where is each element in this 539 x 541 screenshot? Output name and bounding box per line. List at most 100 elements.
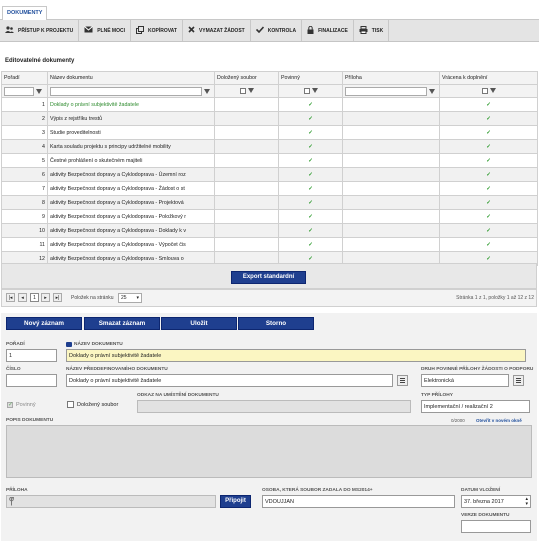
- povinny-checkbox: ✓: [7, 402, 14, 408]
- row-vracena: ✓: [439, 237, 538, 252]
- predef-input[interactable]: Doklady o právní subjektivitě žadatele: [66, 374, 393, 387]
- row-name-text: Výpis z rejstříku trestů: [50, 115, 103, 122]
- filter-icon[interactable]: [204, 88, 210, 94]
- table-row[interactable]: 8 aktivity Bezpečnost dopravy a Cyklodopr…: [1, 195, 538, 210]
- row-number: 7: [1, 181, 48, 196]
- paperclip-icon: [9, 496, 15, 508]
- per-page-label: Položek na stránku: [71, 295, 114, 301]
- row-number: 11: [1, 237, 48, 252]
- dolozeny-checkbox[interactable]: [67, 401, 74, 408]
- popis-textarea: [6, 425, 532, 478]
- spinner-icon[interactable]: ▴ ▾: [525, 497, 528, 507]
- filter-input[interactable]: [345, 86, 427, 96]
- filter-checkbox[interactable]: [481, 87, 488, 94]
- cancel-button[interactable]: Storno: [238, 317, 314, 330]
- save-button[interactable]: Uložit: [161, 317, 237, 330]
- table-row[interactable]: 7 aktivity Bezpečnost dopravy a Cyklodopr…: [1, 181, 538, 196]
- row-dolozeny: [214, 97, 279, 112]
- check-icon: ✓: [308, 227, 313, 234]
- odkaz-label: ODKAZ NA UMÍSTĚNÍ DOKUMENTU: [137, 393, 219, 398]
- row-vracena: ✓: [439, 153, 538, 168]
- filter-input[interactable]: [4, 86, 34, 96]
- column-header[interactable]: Název dokumentu: [47, 71, 215, 85]
- poradi-label: POŘADÍ: [6, 342, 25, 347]
- toolbar-button-envelope[interactable]: PLNÉ MOCI: [79, 20, 131, 41]
- export-button[interactable]: Export standardní: [231, 271, 306, 284]
- poradi-input[interactable]: 1: [6, 349, 57, 362]
- toolbar-button-close[interactable]: VYMAZAT ŽÁDOST: [183, 20, 251, 41]
- check-icon: ✓: [486, 213, 491, 220]
- row-dolozeny: …: [214, 167, 279, 182]
- prev-page-button[interactable]: ◂: [18, 293, 27, 302]
- table-row[interactable]: 1 Doklady o právní subjektivitě žadatele ✓…: [1, 97, 538, 112]
- row-name: aktivity Bezpečnost dopravy a Cyklodopra…: [47, 167, 215, 182]
- next-page-button[interactable]: ▸: [41, 293, 50, 302]
- filter-input[interactable]: [50, 86, 202, 96]
- table-row[interactable]: 10 aktivity Bezpečnost dopravy a Cyklodop…: [1, 223, 538, 238]
- attach-button[interactable]: Připojit: [220, 495, 251, 508]
- filter-icon[interactable]: [429, 88, 435, 94]
- filter-row: [1, 84, 538, 98]
- table-row[interactable]: 9 aktivity Bezpečnost dopravy a Cyklodopr…: [1, 209, 538, 224]
- filter-checkbox[interactable]: [303, 87, 310, 94]
- envelope-icon: [84, 26, 97, 35]
- filter-icon[interactable]: [489, 88, 496, 94]
- row-priloha: [342, 153, 440, 168]
- chevron-down-icon: ▾: [136, 295, 139, 301]
- filter-icon[interactable]: [311, 88, 318, 94]
- filter-icon[interactable]: [247, 88, 254, 94]
- toolbar-button-copy[interactable]: KOPÍROVAT: [131, 20, 183, 41]
- row-vracena: ✓: [439, 209, 538, 224]
- tab-bar: [0, 0, 539, 20]
- table-row[interactable]: 3 Studie proveditelnosti ✓ ✓: [1, 125, 538, 140]
- row-povinny: ✓: [278, 181, 343, 196]
- nazev-input[interactable]: Doklady o právní subjektivitě žadatele: [66, 349, 526, 362]
- list-icon[interactable]: [397, 375, 408, 386]
- row-priloha: [342, 139, 440, 154]
- row-dolozeny: [214, 237, 279, 252]
- column-header[interactable]: Příloha: [342, 71, 440, 85]
- toolbar-button-check[interactable]: KONTROLA: [251, 20, 303, 41]
- toolbar-button-users[interactable]: PŘÍSTUP K PROJEKTU: [0, 20, 80, 41]
- druh-input[interactable]: Elektronická: [421, 374, 509, 387]
- table-row[interactable]: 2 Výpis z rejstříku trestů ✓ ✓: [1, 111, 538, 126]
- row-number: 9: [1, 209, 48, 224]
- row-povinny: ✓: [278, 139, 343, 154]
- datum-input[interactable]: 37. března 2017 ▴ ▾: [461, 495, 531, 508]
- column-header[interactable]: Pořadí: [1, 71, 48, 85]
- last-page-button[interactable]: ▸|: [53, 293, 62, 302]
- priloha-label: PŘÍLOHA: [6, 488, 28, 493]
- filter-icon[interactable]: [36, 88, 42, 94]
- row-vracena: ✓: [439, 167, 538, 182]
- row-number: 4: [1, 139, 48, 154]
- per-page-value: 25: [121, 295, 127, 301]
- filter-checkbox[interactable]: [239, 87, 246, 94]
- new-record-button[interactable]: Nový záznam: [6, 317, 82, 330]
- tab-dokumenty[interactable]: DOKUMENTY: [2, 6, 48, 20]
- toolbar-button-lock[interactable]: FINALIZACE: [302, 20, 354, 41]
- toolbar-button-printer[interactable]: TISK: [354, 20, 390, 41]
- toolbar-button-label: PŘÍSTUP K PROJEKTU: [18, 27, 74, 34]
- row-name-text: Čestné prohlášení o skutečném majiteli: [50, 157, 143, 164]
- delete-record-button[interactable]: Smazat záznam: [84, 317, 160, 330]
- row-name: Studie proveditelnosti: [47, 125, 215, 140]
- open-new-window-link[interactable]: Otevřít v novém okně: [476, 418, 522, 423]
- per-page-select[interactable]: 25 ▾: [118, 293, 142, 303]
- table-row[interactable]: 4 Karta souladu projektu s principy udrži…: [1, 139, 538, 154]
- page-number[interactable]: 1: [30, 293, 39, 302]
- column-header[interactable]: Povinný: [278, 71, 343, 85]
- row-name: Výpis z rejstříku trestů: [47, 111, 215, 126]
- list-icon[interactable]: [513, 375, 524, 386]
- table-row[interactable]: 6 aktivity Bezpečnost dopravy a Cyklodopr…: [1, 167, 538, 182]
- users-icon: [5, 26, 18, 35]
- verze-input[interactable]: [461, 520, 531, 533]
- table-row[interactable]: 5 Čestné prohlášení o skutečném majiteli ✓…: [1, 153, 538, 168]
- table-row[interactable]: 11 aktivity Bezpečnost dopravy a Cyklodop…: [1, 237, 538, 252]
- column-header[interactable]: Vrácena k doplnění: [439, 71, 538, 85]
- column-header[interactable]: Doložený soubor: [214, 71, 279, 85]
- typ-input[interactable]: Implementační / realizační 2: [421, 400, 530, 413]
- first-page-button[interactable]: |◂: [6, 293, 15, 302]
- cislo-input[interactable]: [6, 374, 57, 387]
- row-dolozeny: …: [214, 195, 279, 210]
- row-name-text: Karta souladu projektu s principy udržit…: [50, 143, 171, 150]
